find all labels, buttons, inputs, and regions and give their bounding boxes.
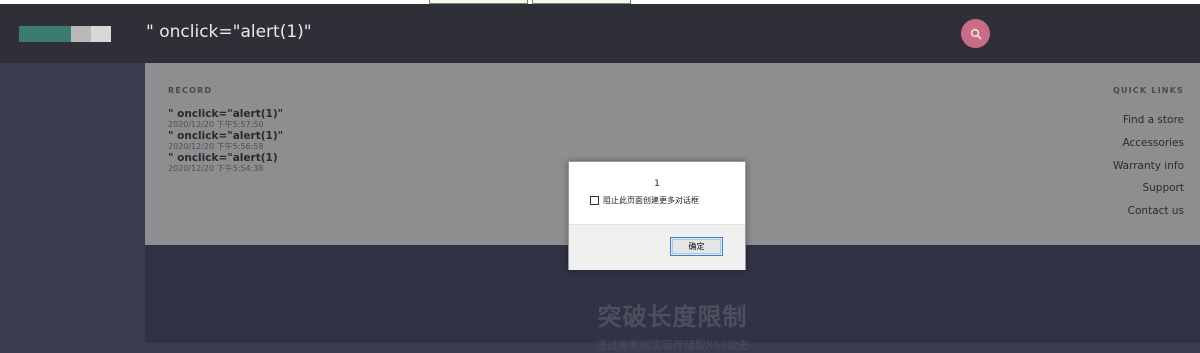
quick-link-warranty-info[interactable]: Warranty info: [1113, 159, 1184, 173]
record-query: " onclick="alert(1)": [168, 130, 284, 142]
section-subtitle: 通过搜索框实现存储型XSS攻击: [595, 339, 750, 352]
record-time: 2020/12/20 下午5:54:38: [168, 164, 264, 173]
record-item[interactable]: " onclick="alert(1) 2020/12/20 下午5:54:38: [168, 153, 283, 174]
record-time: 2020/12/20 下午5:57:50: [168, 120, 264, 129]
record-item[interactable]: " onclick="alert(1)" 2020/12/20 下午5:56:5…: [168, 131, 283, 152]
quick-link-accessories[interactable]: Accessories: [1113, 136, 1184, 150]
search-icon: [970, 28, 981, 39]
search-input[interactable]: " onclick="alert(1)": [146, 22, 312, 42]
quick-link-find-a-store[interactable]: Find a store: [1113, 113, 1184, 127]
record-time: 2020/12/20 下午5:56:58: [168, 142, 264, 151]
quick-link-contact-us[interactable]: Contact us: [1113, 204, 1184, 218]
quick-links-heading: QUICK LINKS: [1112, 86, 1184, 95]
suppress-dialogs-option[interactable]: 阻止此页面创建更多对话框: [590, 195, 699, 206]
search-button[interactable]: [961, 19, 990, 48]
logo-segment: [91, 26, 111, 42]
record-list: " onclick="alert(1)" 2020/12/20 下午5:57:5…: [168, 109, 283, 175]
site-logo[interactable]: [19, 26, 111, 42]
site-header: " onclick="alert(1)": [0, 4, 1200, 63]
logo-segment: [71, 26, 91, 42]
suppress-dialogs-label: 阻止此页面创建更多对话框: [603, 196, 699, 205]
alert-message: 1: [654, 179, 660, 189]
logo-segment: [19, 26, 71, 42]
record-item[interactable]: " onclick="alert(1)" 2020/12/20 下午5:57:5…: [168, 109, 283, 130]
section-title: 突破长度限制: [597, 303, 748, 331]
quick-link-support[interactable]: Support: [1113, 181, 1184, 195]
left-background: [0, 63, 145, 343]
alert-dialog-footer: 确定: [569, 224, 745, 270]
record-query: " onclick="alert(1): [168, 152, 278, 164]
quick-links-list: Find a store Accessories Warranty info S…: [1113, 113, 1184, 227]
ok-button[interactable]: 确定: [670, 237, 723, 256]
record-heading: RECORD: [168, 86, 213, 95]
alert-dialog: 1 阻止此页面创建更多对话框 确定: [568, 161, 746, 270]
suppress-dialogs-checkbox[interactable]: [590, 196, 599, 205]
record-query: " onclick="alert(1)": [168, 108, 284, 120]
